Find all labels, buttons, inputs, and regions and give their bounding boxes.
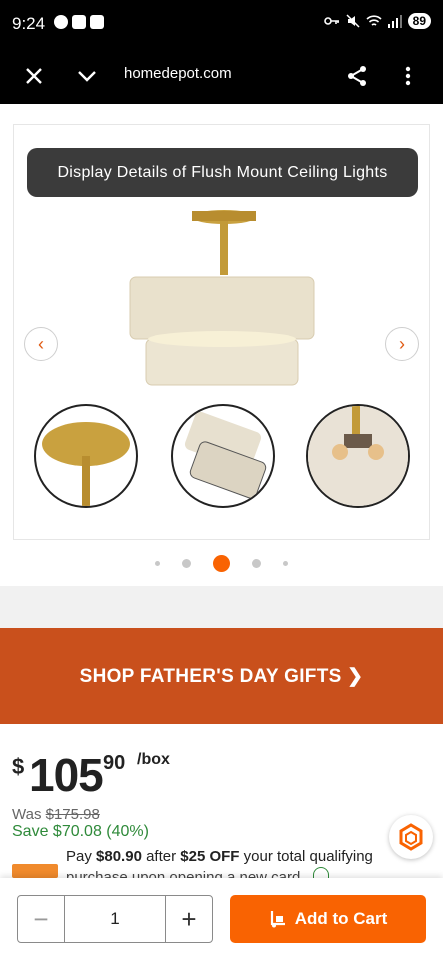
detail-shade-image <box>171 404 275 508</box>
chevron-right-icon: › <box>399 333 405 354</box>
price-cents: 90 <box>103 752 126 774</box>
share-icon[interactable] <box>343 62 371 90</box>
url-text[interactable]: homedepot.com <box>124 65 232 82</box>
hand-truck-icon <box>270 911 285 928</box>
was-value: $175.98 <box>45 806 100 823</box>
system-icons: 89 <box>323 13 431 29</box>
financing-offer: Pay $80.90 after $25 OFF your total qual… <box>66 848 373 865</box>
page-dot[interactable] <box>283 560 288 566</box>
savings-text: Save $70.08 (40%) <box>12 823 149 840</box>
increase-quantity-button[interactable]: + <box>166 896 212 942</box>
battery-level: 89 <box>407 13 431 29</box>
price-currency: $ <box>12 754 25 779</box>
pay-rest: your total qualifying <box>243 848 373 865</box>
gallery-next-button[interactable]: › <box>385 327 419 361</box>
quantity-input[interactable]: 1 <box>64 896 166 942</box>
section-divider <box>0 586 443 628</box>
pay-amount: $80.90 <box>96 848 142 865</box>
quantity-stepper: − 1 + <box>17 895 213 943</box>
gallery-prev-button[interactable]: ‹ <box>24 327 58 361</box>
key-icon <box>323 17 339 25</box>
price-dollars: 105 <box>29 749 104 801</box>
price-unit: /box <box>137 751 170 768</box>
pay-discount: $25 OFF <box>180 848 240 865</box>
hexagon-logo-icon[interactable] <box>389 815 433 859</box>
was-label: Was <box>12 806 42 823</box>
fathers-day-banner[interactable]: SHOP FATHER'S DAY GIFTS ❯ <box>0 628 443 724</box>
credit-card-image <box>12 864 58 878</box>
screenshot-icon <box>72 15 86 29</box>
wifi-icon <box>366 14 382 26</box>
was-price: Was $175.98 <box>12 806 100 823</box>
page-dot-active[interactable] <box>213 554 230 572</box>
page-dot[interactable] <box>155 560 160 566</box>
mute-icon <box>346 14 360 28</box>
detail-socket-image <box>306 404 410 508</box>
app-icon <box>90 15 104 29</box>
browser-toolbar: homedepot.com <box>0 48 443 104</box>
add-to-cart-button[interactable]: Add to Cart <box>230 895 426 943</box>
messenger-icon <box>54 15 68 29</box>
page-dot[interactable] <box>182 558 191 568</box>
chevron-down-icon[interactable] <box>73 62 101 90</box>
pay-prefix: Pay <box>66 848 92 865</box>
bottom-action-bar: − 1 + Add to Cart <box>0 878 443 960</box>
close-icon[interactable] <box>20 62 48 90</box>
pay-after: after <box>146 848 177 865</box>
detail-canopy-image <box>34 404 138 508</box>
gallery-pagination <box>0 553 443 573</box>
more-options-icon[interactable] <box>394 62 422 90</box>
notification-icons <box>54 15 104 29</box>
add-to-cart-label: Add to Cart <box>294 909 388 928</box>
status-time: 9:24 <box>12 14 46 33</box>
chevron-left-icon: ‹ <box>38 333 44 354</box>
product-image-gallery[interactable]: Display Details of Flush Mount Ceiling L… <box>13 124 430 540</box>
signal-icon <box>387 14 402 28</box>
status-bar: 9:24 89 <box>0 0 443 48</box>
page-dot[interactable] <box>252 558 261 568</box>
decrease-quantity-button[interactable]: − <box>18 896 64 942</box>
